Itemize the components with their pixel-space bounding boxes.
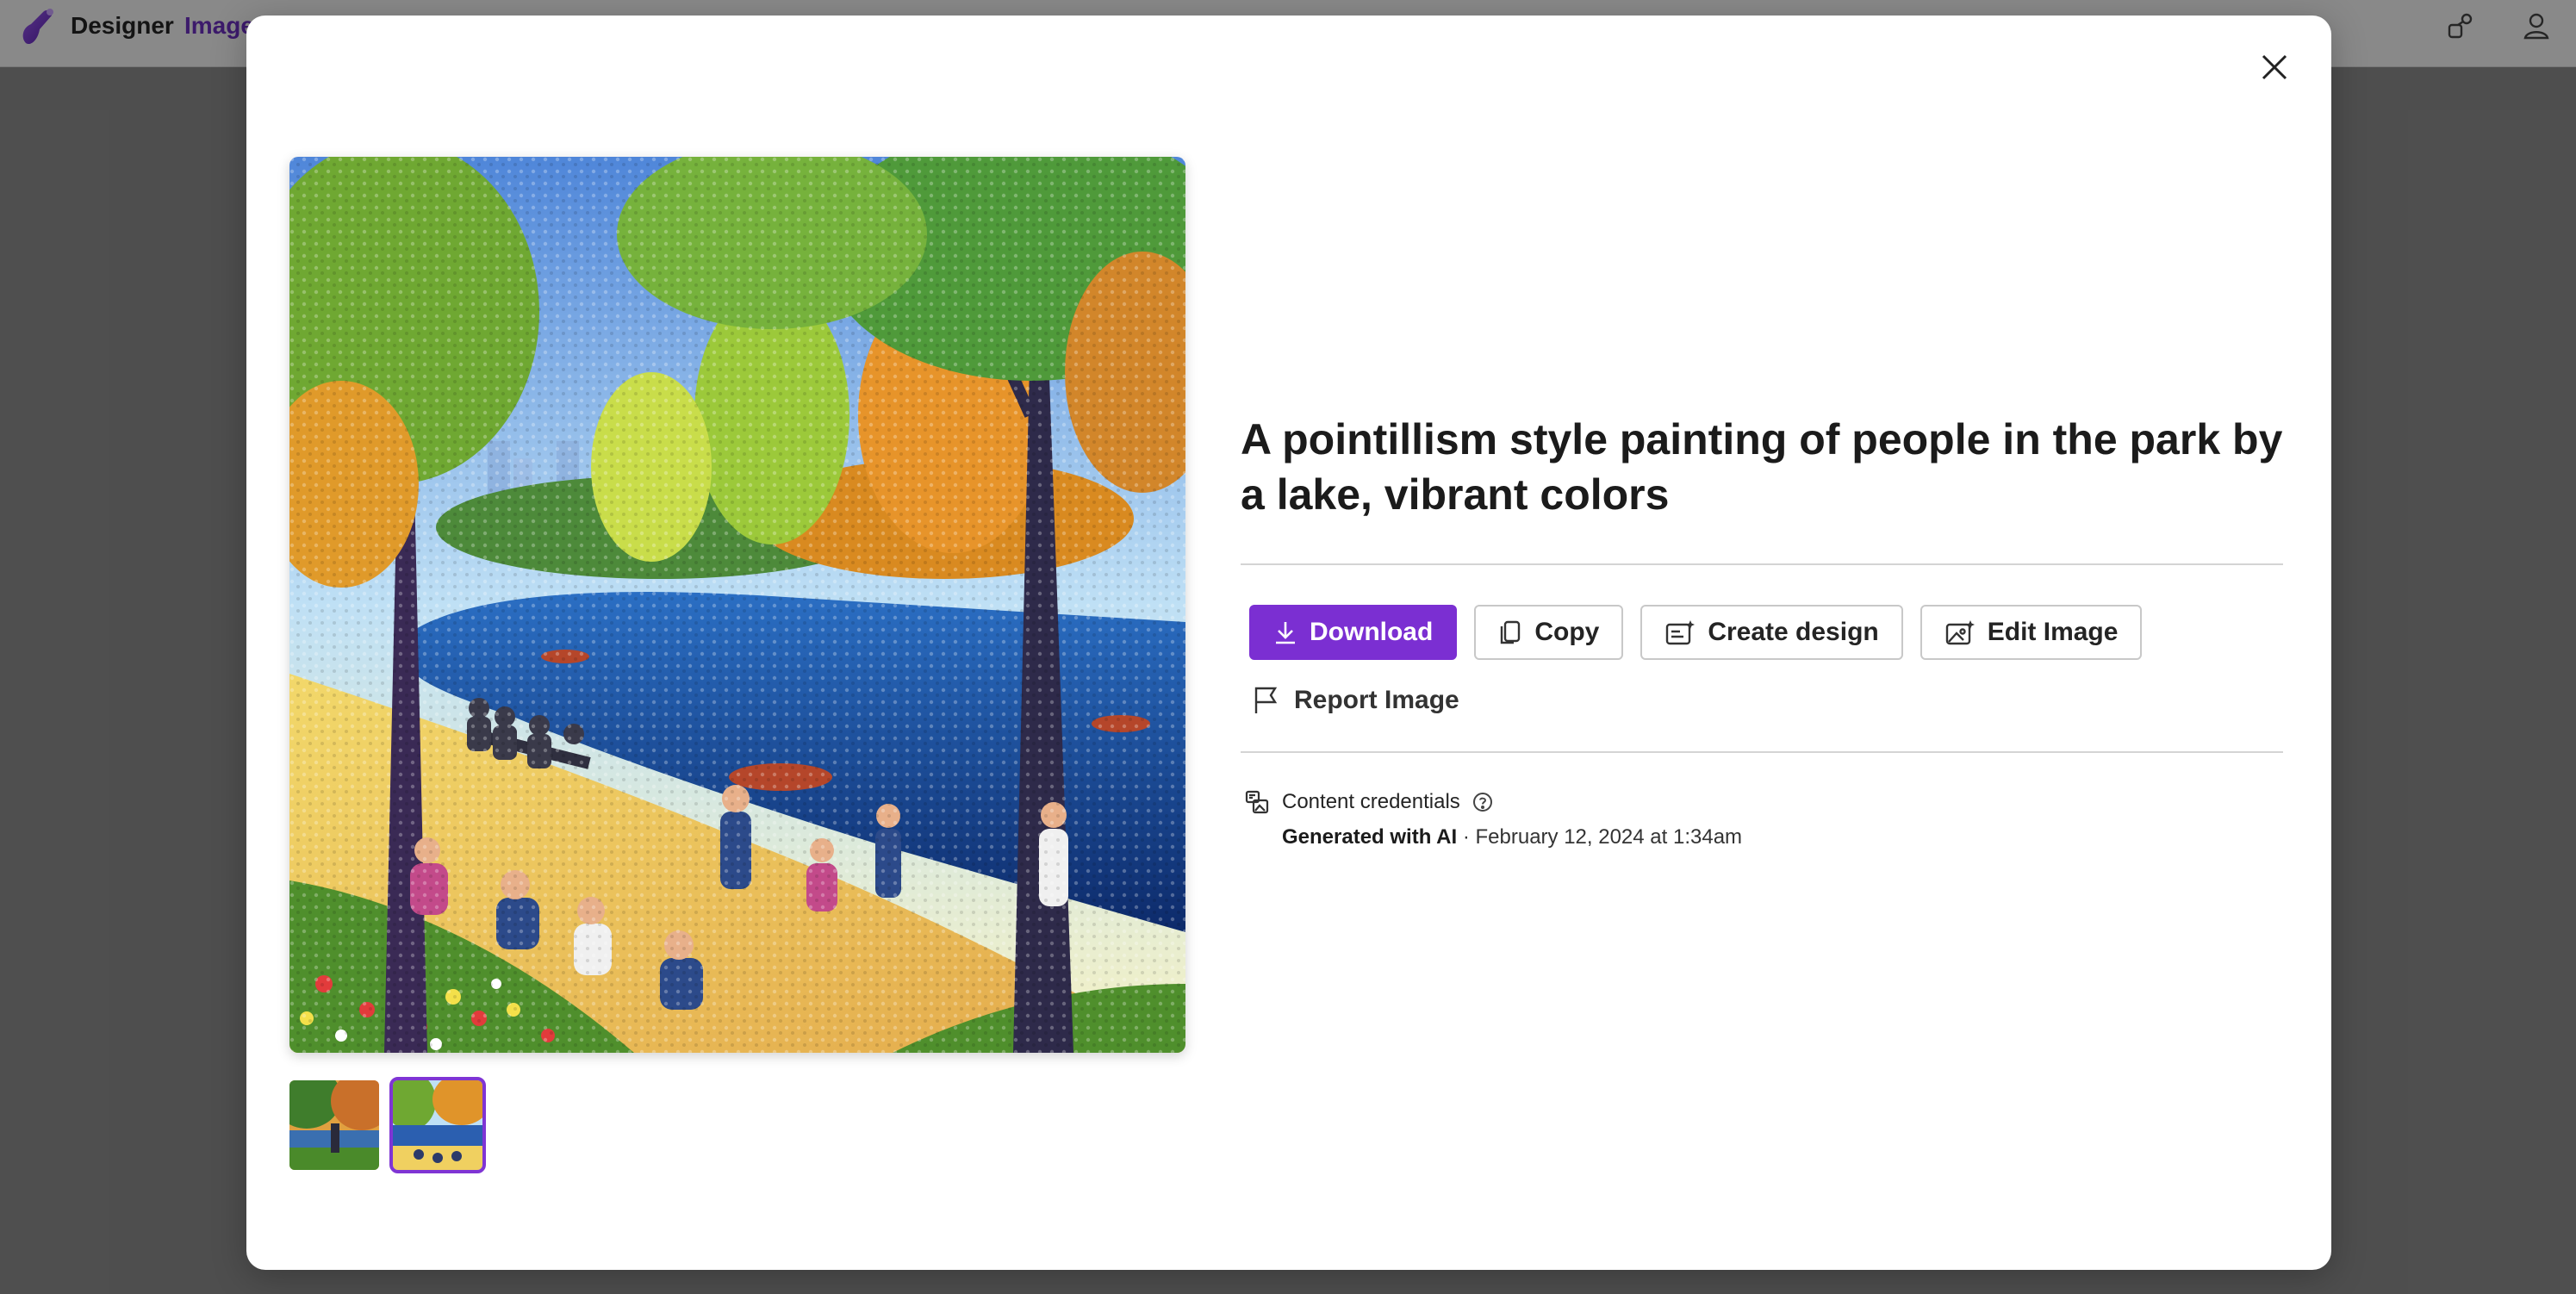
copy-label: Copy [1534,618,1600,646]
download-label: Download [1310,618,1434,646]
download-button[interactable]: Download [1249,605,1458,660]
edit-image-button[interactable]: Edit Image [1920,605,2143,660]
download-icon [1276,622,1295,644]
image-details: A pointillism style painting of people i… [1241,412,2283,849]
close-button[interactable] [2252,45,2297,90]
action-bar: Download Copy Create design Edit Image [1249,605,2283,660]
thumbnail-2[interactable] [389,1077,486,1173]
help-icon[interactable] [1472,792,1493,812]
create-design-icon [1666,620,1696,645]
flag-icon [1254,687,1278,713]
content-credentials-label: Content credentials [1282,790,1460,813]
prompt-title: A pointillism style painting of people i… [1241,415,2283,519]
divider [1241,751,2283,753]
generated-with-ai-label: Generated with AI [1282,825,1458,849]
close-icon [2262,54,2287,80]
edit-image-label: Edit Image [1987,618,2119,646]
content-credentials: Content credentials Generated with AI · … [1244,789,2283,849]
create-design-button[interactable]: Create design [1640,605,1903,660]
copy-button[interactable]: Copy [1474,605,1624,660]
report-image-button[interactable]: Report Image [1253,686,1459,715]
generated-image[interactable] [289,157,1185,1053]
create-design-label: Create design [1708,618,1879,646]
separator: · [1462,825,1470,849]
image-details-modal: A pointillism style painting of people i… [246,16,2331,1270]
divider [1241,563,2283,565]
report-image-label: Report Image [1294,686,1459,714]
copy-icon [1501,620,1521,644]
generated-date: February 12, 2024 at 1:34am [1475,825,1743,849]
edit-image-icon [1945,620,1975,645]
thumbnail-1[interactable] [289,1080,379,1170]
generated-info: Generated with AI · February 12, 2024 at… [1282,825,2283,849]
content-credentials-icon [1245,790,1269,814]
